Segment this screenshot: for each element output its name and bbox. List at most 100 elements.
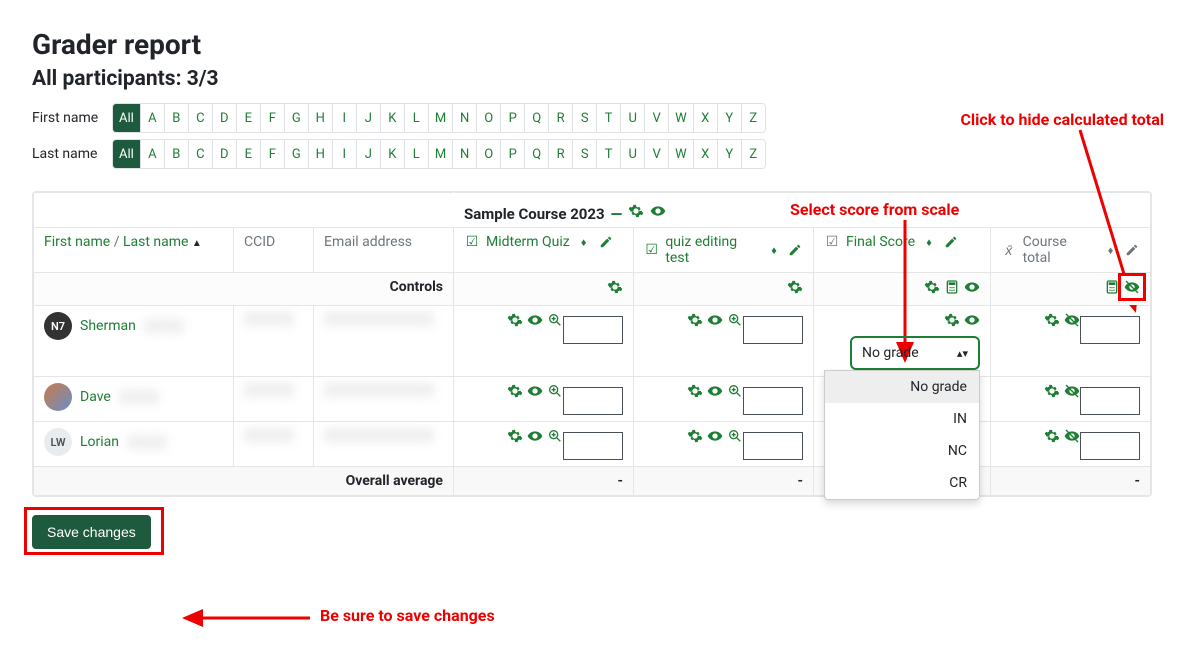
total-grade-input[interactable] [1080, 432, 1140, 460]
gear-icon[interactable] [1044, 428, 1060, 444]
filter-pill-x[interactable]: X [693, 104, 717, 132]
filter-pill-m[interactable]: M [428, 104, 452, 132]
filter-pill-l[interactable]: L [404, 104, 428, 132]
filter-pill-y[interactable]: Y [717, 104, 741, 132]
filter-pill-b[interactable]: B [164, 104, 188, 132]
filter-pill-e[interactable]: E [236, 104, 260, 132]
filter-pill-q[interactable]: Q [524, 104, 548, 132]
filter-pill-w[interactable]: W [668, 104, 693, 132]
filter-pill-k[interactable]: K [380, 140, 404, 168]
pencil-icon[interactable] [1124, 242, 1140, 258]
calculator-icon[interactable] [944, 279, 960, 295]
filter-pill-j[interactable]: J [356, 140, 380, 168]
filter-pill-l[interactable]: L [404, 140, 428, 168]
scale-select[interactable]: No grade▴▾No gradeINNCCR [824, 336, 980, 370]
gear-icon[interactable] [787, 279, 803, 295]
filter-pill-u[interactable]: U [620, 140, 644, 168]
midterm-grade-input[interactable] [563, 432, 623, 460]
sort-asc-icon[interactable]: ▲ [192, 238, 202, 249]
eye-off-icon[interactable] [1124, 279, 1140, 295]
filter-pill-d[interactable]: D [212, 140, 236, 168]
midterm-header[interactable]: Midterm Quiz [486, 234, 570, 250]
gear-icon[interactable] [924, 279, 940, 295]
zoom-in-icon[interactable] [547, 428, 563, 444]
course-total-header[interactable]: Course total [1023, 234, 1097, 266]
gear-icon[interactable] [944, 312, 960, 328]
sort-icon[interactable]: ♦ [766, 242, 781, 258]
filter-pill-c[interactable]: C [188, 104, 212, 132]
eye-icon[interactable] [707, 383, 723, 399]
filter-pill-z[interactable]: Z [741, 104, 765, 132]
filter-pill-b[interactable]: B [164, 140, 188, 168]
filter-pill-f[interactable]: F [260, 104, 284, 132]
scale-option[interactable]: NC [825, 435, 979, 467]
eye-icon[interactable] [707, 428, 723, 444]
final-score-header[interactable]: Final Score [846, 234, 915, 250]
filter-pill-d[interactable]: D [212, 104, 236, 132]
eye-icon[interactable] [707, 312, 723, 328]
zoom-in-icon[interactable] [727, 312, 743, 328]
gear-icon[interactable] [507, 312, 523, 328]
filter-pill-r[interactable]: R [548, 140, 572, 168]
quiz-grade-input[interactable] [743, 316, 803, 344]
first-name-header[interactable]: First name [44, 234, 110, 250]
total-grade-input[interactable] [1080, 316, 1140, 344]
filter-pill-i[interactable]: I [332, 140, 356, 168]
filter-pill-j[interactable]: J [356, 104, 380, 132]
filter-pill-m[interactable]: M [428, 140, 452, 168]
gear-icon[interactable] [687, 383, 703, 399]
gear-icon[interactable] [507, 428, 523, 444]
quiz-editing-header[interactable]: quiz editing test [665, 234, 760, 266]
student-name[interactable]: Dave [80, 389, 111, 405]
zoom-in-icon[interactable] [547, 383, 563, 399]
last-name-header[interactable]: Last name [123, 234, 188, 250]
collapse-icon[interactable]: — [608, 206, 624, 222]
gear-icon[interactable] [687, 428, 703, 444]
midterm-grade-input[interactable] [563, 387, 623, 415]
sort-icon[interactable]: ♦ [1103, 242, 1119, 258]
filter-pill-s[interactable]: S [572, 140, 596, 168]
zoom-in-icon[interactable] [547, 312, 563, 328]
student-name[interactable]: Sherman [80, 318, 136, 334]
student-name[interactable]: Lorian [80, 434, 119, 450]
filter-pill-c[interactable]: C [188, 140, 212, 168]
filter-pill-p[interactable]: P [500, 140, 524, 168]
filter-pill-all[interactable]: All [113, 104, 140, 132]
quiz-grade-input[interactable] [743, 432, 803, 460]
eye-icon[interactable] [527, 312, 543, 328]
filter-pill-u[interactable]: U [620, 104, 644, 132]
filter-pill-r[interactable]: R [548, 104, 572, 132]
filter-pill-f[interactable]: F [260, 140, 284, 168]
filter-pill-n[interactable]: N [452, 140, 476, 168]
eye-icon[interactable] [650, 203, 666, 219]
total-grade-input[interactable] [1080, 387, 1140, 415]
filter-pill-t[interactable]: T [596, 140, 620, 168]
filter-pill-z[interactable]: Z [741, 140, 765, 168]
filter-pill-x[interactable]: X [693, 140, 717, 168]
sort-icon[interactable]: ♦ [921, 234, 937, 250]
filter-pill-v[interactable]: V [644, 140, 668, 168]
scale-option[interactable]: CR [825, 467, 979, 499]
calculator-icon[interactable] [1104, 279, 1120, 295]
gear-icon[interactable] [1044, 312, 1060, 328]
gear-icon[interactable] [1044, 383, 1060, 399]
gear-icon[interactable] [507, 383, 523, 399]
zoom-in-icon[interactable] [727, 428, 743, 444]
filter-pill-v[interactable]: V [644, 104, 668, 132]
filter-pill-t[interactable]: T [596, 104, 620, 132]
pencil-icon[interactable] [788, 242, 803, 258]
eye-icon[interactable] [527, 383, 543, 399]
gear-icon[interactable] [687, 312, 703, 328]
eye-icon[interactable] [527, 428, 543, 444]
sort-icon[interactable]: ♦ [576, 234, 592, 250]
filter-pill-q[interactable]: Q [524, 140, 548, 168]
filter-pill-n[interactable]: N [452, 104, 476, 132]
filter-pill-i[interactable]: I [332, 104, 356, 132]
filter-pill-g[interactable]: G [284, 104, 308, 132]
gear-icon[interactable] [607, 279, 623, 295]
eye-off-icon[interactable] [1064, 312, 1080, 328]
filter-pill-s[interactable]: S [572, 104, 596, 132]
eye-off-icon[interactable] [1064, 428, 1080, 444]
eye-off-icon[interactable] [1064, 383, 1080, 399]
pencil-icon[interactable] [598, 234, 614, 250]
